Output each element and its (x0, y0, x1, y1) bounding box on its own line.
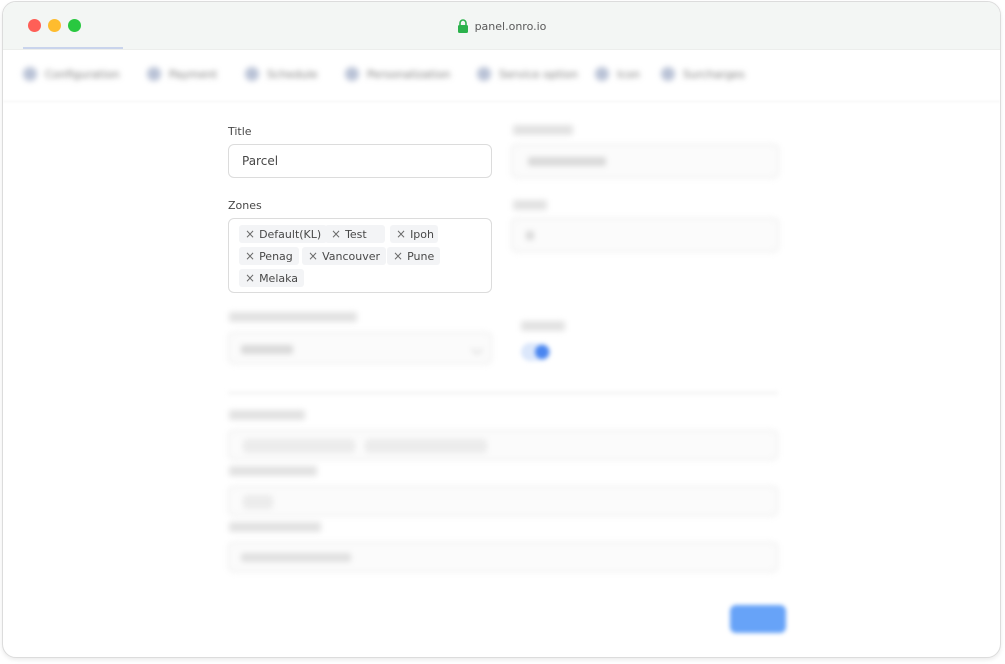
status-toggle[interactable] (521, 343, 551, 361)
lock-icon (457, 19, 468, 33)
browser-window: panel.onro.io Configuration Payment Sche… (2, 1, 1001, 658)
tab-payment[interactable]: Payment (147, 67, 217, 81)
remove-chip-icon[interactable]: × (396, 228, 406, 240)
remove-chip-icon[interactable]: × (331, 228, 341, 240)
toggle-label (521, 321, 565, 331)
driver-assignment-label (229, 312, 357, 322)
zones-label: Zones (228, 199, 262, 212)
customer-type-label (229, 410, 305, 420)
remove-chip-icon[interactable]: × (245, 250, 255, 262)
zone-chip-test: × Test (325, 225, 385, 243)
exclude-customer-input[interactable] (228, 542, 778, 572)
tab-label: Service option (499, 67, 578, 81)
description-input[interactable] (511, 144, 779, 178)
exclude-customer-label (229, 522, 321, 532)
priority-label (513, 200, 547, 210)
remove-chip-icon[interactable]: × (393, 250, 403, 262)
zone-chip-vancouver: × Vancouver (302, 247, 386, 265)
tab-configuration[interactable]: Configuration (23, 67, 120, 81)
zone-chip-ipoh: × Ipoh (390, 225, 438, 243)
tab-label: Payment (169, 67, 218, 81)
zone-chip-default-kl: × Default(KL) (239, 225, 328, 243)
tab-label: Schedule (267, 67, 318, 81)
zone-chip-label: Ipoh (410, 227, 434, 241)
remove-chip-icon[interactable]: × (245, 272, 255, 284)
tab-icon[interactable]: Icon (595, 67, 640, 81)
settings-tab-bar: Configuration Payment Schedule Personali… (3, 57, 1000, 97)
address-bar-url: panel.onro.io (474, 19, 547, 33)
description-label (513, 125, 573, 135)
tab-service-option[interactable]: Service option (477, 67, 578, 81)
schedule-icon (245, 67, 259, 81)
zone-chip-label: Vancouver (322, 249, 380, 263)
tab-surcharges[interactable]: Surcharges (661, 67, 745, 81)
surcharges-icon (661, 67, 675, 81)
remove-chip-icon[interactable]: × (308, 250, 318, 262)
tab-bar-divider (3, 101, 1000, 102)
icon-tab-icon (595, 67, 609, 81)
driver-assignment-select[interactable] (228, 332, 492, 364)
configuration-icon (23, 67, 37, 81)
tab-label: Personalization (367, 67, 451, 81)
remove-chip-icon[interactable]: × (245, 228, 255, 240)
personalization-icon (345, 67, 359, 81)
browser-titlebar: panel.onro.io (3, 2, 1000, 50)
tab-label: Configuration (45, 67, 120, 81)
address-bar[interactable]: panel.onro.io (3, 2, 1000, 50)
tab-personalization[interactable]: Personalization (345, 67, 450, 81)
active-tab-indicator (23, 47, 123, 49)
tab-schedule[interactable]: Schedule (245, 67, 318, 81)
save-button[interactable] (730, 605, 786, 633)
zone-chip-penag: × Penag (239, 247, 299, 265)
zone-chip-pune: × Pune (387, 247, 441, 265)
priority-input[interactable] (511, 218, 779, 252)
zone-chip-label: Pune (407, 249, 435, 263)
tab-label: Surcharges (683, 67, 745, 81)
toggle-knob (535, 345, 549, 359)
service-option-icon (477, 67, 491, 81)
zones-multiselect[interactable]: × Default(KL) × Test × Ipoh × Penag × Vancouv… (228, 218, 492, 293)
customer-type-multiselect[interactable] (228, 430, 778, 460)
payment-icon (147, 67, 161, 81)
zone-chip-melaka: × Melaka (239, 269, 305, 287)
tab-label: Icon (617, 67, 640, 81)
zone-chip-label: Melaka (259, 271, 299, 285)
title-label: Title (228, 125, 252, 138)
zone-chip-label: Default(KL) (259, 227, 322, 241)
include-customer-label (229, 466, 317, 476)
title-input[interactable] (228, 144, 492, 178)
zone-chip-label: Test (345, 227, 367, 241)
include-customer-multiselect[interactable] (228, 486, 778, 516)
zone-chip-label: Penag (259, 249, 293, 263)
section-divider (228, 392, 778, 394)
